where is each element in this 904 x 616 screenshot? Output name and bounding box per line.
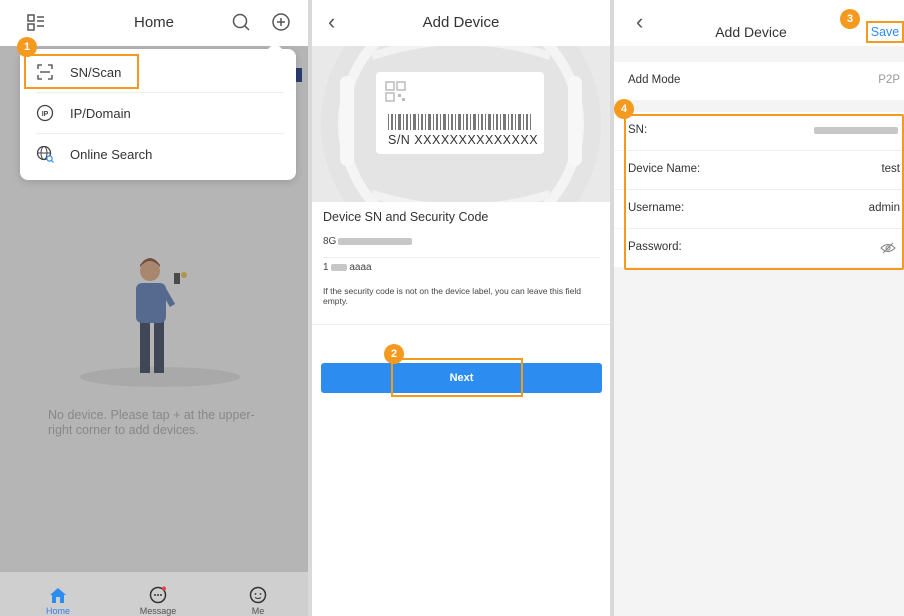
page-title: Home — [133, 14, 174, 31]
tab-label: Me — [251, 606, 265, 616]
search-icon[interactable] — [230, 11, 252, 33]
message-icon — [149, 586, 167, 604]
security-code-hint: If the security code is not on the devic… — [323, 286, 581, 306]
tab-label: Message — [139, 606, 177, 616]
add-mode-value: P2P — [878, 74, 900, 86]
callout-badge-3: 3 — [840, 9, 860, 29]
empty-message: No device. Please tap + at the upper-rig… — [48, 408, 255, 437]
save-button[interactable]: Save — [866, 21, 904, 43]
globe-search-icon — [36, 145, 54, 163]
code-value-prefix: 1 — [323, 262, 329, 273]
bottom-tab-bar: Home Message Me — [0, 572, 308, 616]
page-title: Add Device — [715, 24, 787, 40]
add-mode-row: Add Mode P2P — [614, 62, 904, 100]
add-device-icon[interactable] — [270, 11, 292, 33]
add-device-details-screen: ‹ Add Device Save Add Mode P2P SN: Devic… — [614, 0, 904, 616]
menu-item-online-search[interactable]: Online Search — [20, 134, 296, 174]
me-icon — [249, 586, 267, 604]
home-header: Home — [0, 0, 308, 46]
callout-badge-1: 1 — [17, 37, 37, 57]
menu-item-label: Online Search — [70, 146, 153, 162]
sn-field[interactable]: 8G — [323, 236, 600, 258]
sn-value-prefix: 8G — [323, 236, 337, 247]
code-value-suffix: aaaa — [349, 262, 372, 273]
svg-text:IP: IP — [42, 111, 49, 118]
tab-label: Home — [45, 606, 70, 616]
header: ‹ Add Device — [312, 0, 610, 46]
page-title: Add Device — [422, 14, 500, 31]
callout-badge-2: 2 — [384, 344, 404, 364]
divider — [312, 324, 610, 325]
callout-badge-4: 4 — [614, 99, 634, 119]
tab-home[interactable]: Home — [28, 586, 88, 616]
code-value-masked — [330, 263, 347, 271]
security-code-field[interactable]: 1 aaaa — [323, 262, 600, 284]
callout-box-1 — [24, 54, 139, 89]
qr-barcode-icon — [385, 81, 531, 130]
menu-item-label: IP/Domain — [70, 105, 131, 121]
add-device-sn-screen: ‹ Add Device S/N XXXXXXXXXXXXXX Device S… — [312, 0, 610, 616]
device-label-illustration: S/N XXXXXXXXXXXXXX — [312, 46, 610, 202]
home-icon — [50, 588, 66, 603]
sn-label-text: S/N XXXXXXXXXXXXXX — [388, 133, 539, 147]
callout-box-2 — [391, 358, 523, 397]
tab-message[interactable]: Message — [128, 586, 188, 616]
home-screen: Home No device. Please tap + at the uppe… — [0, 0, 308, 616]
sn-value-masked — [338, 237, 413, 245]
header: ‹ Add Device — [614, 0, 904, 46]
side-indicator — [296, 68, 302, 82]
sn-label-card: S/N XXXXXXXXXXXXXX — [376, 72, 544, 154]
tab-me[interactable]: Me — [228, 586, 288, 616]
menu-item-ip-domain[interactable]: IP IP/Domain — [20, 93, 296, 133]
ip-icon: IP — [36, 104, 54, 122]
section-title: Device SN and Security Code — [323, 210, 489, 224]
add-mode-label: Add Mode — [628, 74, 681, 86]
sn-form: Device SN and Security Code 8G 1 aaaa If… — [312, 202, 610, 616]
callout-box-4 — [624, 114, 904, 270]
